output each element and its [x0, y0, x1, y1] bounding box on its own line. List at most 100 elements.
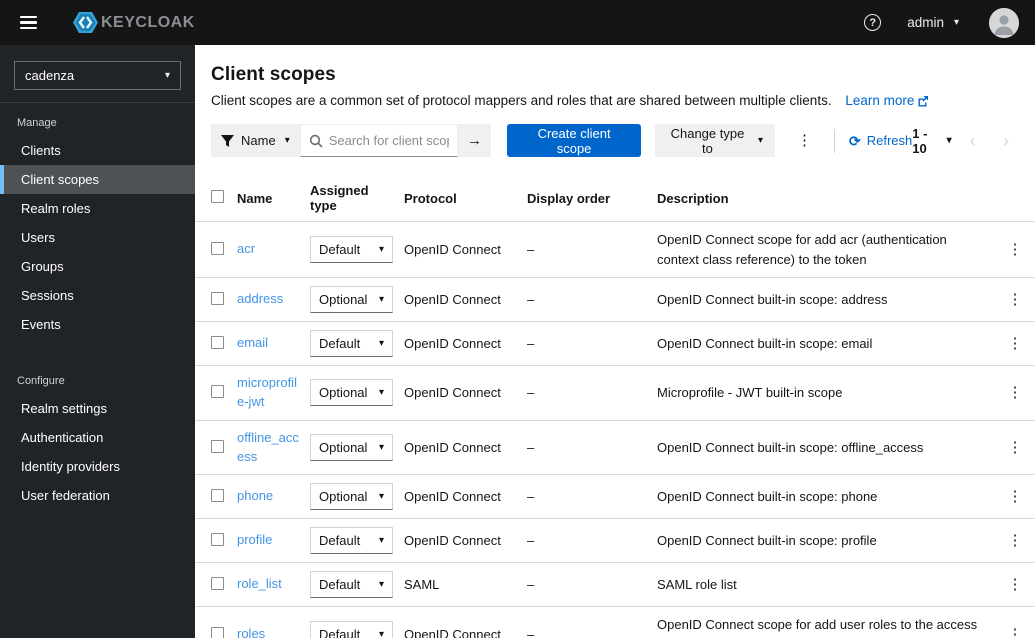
assigned-type-value: Optional	[319, 489, 368, 505]
row-kebab-menu[interactable]: ⋮	[1000, 288, 1031, 311]
protocol-cell: OpenID Connect	[404, 489, 501, 505]
sidebar-item-users[interactable]: Users	[0, 223, 195, 252]
help-icon[interactable]: ?	[864, 14, 882, 31]
realm-selector[interactable]: cadenza ▾	[14, 61, 181, 90]
scope-name-link[interactable]: email	[237, 335, 268, 350]
scope-name-link[interactable]: acr	[237, 241, 255, 256]
table-row: email Default ▾ OpenID Connect – OpenID …	[195, 322, 1035, 366]
assigned-type-select[interactable]: Default ▾	[310, 571, 393, 599]
avatar[interactable]	[989, 7, 1019, 38]
row-kebab-menu[interactable]: ⋮	[1000, 436, 1031, 459]
sidebar-item-identity-providers[interactable]: Identity providers	[0, 452, 195, 481]
row-kebab-menu[interactable]: ⋮	[1000, 238, 1031, 261]
refresh-button[interactable]: ⟳ Refresh	[849, 133, 912, 148]
row-kebab-menu[interactable]: ⋮	[1000, 332, 1031, 355]
chevron-down-icon: ▾	[758, 134, 764, 146]
assigned-type-select[interactable]: Default ▾	[310, 236, 393, 263]
next-page-button[interactable]: ›	[993, 130, 1019, 151]
assigned-type-select[interactable]: Default ▾	[310, 621, 393, 638]
change-type-dropdown[interactable]: Change type to ▾	[654, 124, 776, 157]
refresh-icon: ⟳	[848, 132, 861, 149]
filter-type-dropdown[interactable]: Name ▾	[211, 124, 300, 157]
chevron-down-icon: ▾	[378, 293, 384, 305]
select-all-checkbox[interactable]	[211, 190, 224, 203]
page-title: Client scopes	[211, 64, 336, 85]
description-cell: OpenID Connect built-in scope: profile	[657, 533, 877, 549]
row-checkbox[interactable]	[211, 626, 224, 638]
chevron-down-icon: ▾	[164, 69, 170, 81]
search-submit-button[interactable]: →	[457, 124, 492, 157]
learn-more-link[interactable]: Learn more	[845, 93, 929, 108]
scope-name-link[interactable]: microprofile-jwt	[237, 375, 297, 409]
scope-name-link[interactable]: offline_access	[237, 430, 299, 464]
sidebar-item-realm-roles[interactable]: Realm roles	[0, 194, 195, 223]
assigned-type-select[interactable]: Optional ▾	[310, 483, 393, 511]
scope-name-link[interactable]: profile	[237, 532, 272, 547]
assigned-type-select[interactable]: Default ▾	[310, 330, 393, 357]
column-header-protocol: Protocol	[404, 190, 457, 206]
scope-name-link[interactable]: address	[237, 291, 283, 306]
toolbar-kebab-menu[interactable]: ⋮	[789, 129, 820, 152]
row-checkbox[interactable]	[211, 384, 224, 398]
row-kebab-menu[interactable]: ⋮	[1000, 573, 1031, 596]
sidebar-item-client-scopes[interactable]: Client scopes	[0, 165, 195, 194]
sidebar-item-realm-settings[interactable]: Realm settings	[0, 394, 195, 423]
sidebar-item-authentication[interactable]: Authentication	[0, 423, 195, 452]
scope-name-link[interactable]: role_list	[237, 576, 282, 591]
description-cell: SAML role list	[657, 577, 737, 593]
assigned-type-select[interactable]: Optional ▾	[310, 434, 393, 462]
description-cell: Microprofile - JWT built-in scope	[657, 385, 843, 401]
sidebar-item-events[interactable]: Events	[0, 310, 195, 339]
change-type-label: Change type to	[670, 125, 745, 156]
table-row: roles Default ▾ OpenID Connect – OpenID …	[195, 607, 1035, 638]
user-dropdown[interactable]: admin ▾	[907, 15, 959, 30]
sidebar-nav: Manage Clients Client scopes Realm roles Use…	[0, 103, 195, 510]
row-checkbox[interactable]	[211, 439, 224, 453]
display-order-cell: –	[527, 533, 535, 549]
main-content: Client scopes Client scopes are a common…	[195, 45, 1035, 638]
row-checkbox[interactable]	[211, 291, 224, 305]
assigned-type-value: Default	[319, 577, 361, 593]
row-checkbox[interactable]	[211, 488, 224, 502]
sidebar-item-user-federation[interactable]: User federation	[0, 481, 195, 510]
row-checkbox[interactable]	[211, 576, 224, 590]
display-order-cell: –	[527, 577, 535, 593]
username: admin	[907, 15, 944, 30]
assigned-type-value: Default	[319, 533, 361, 549]
protocol-cell: OpenID Connect	[404, 292, 501, 307]
previous-page-button[interactable]: ‹	[960, 130, 986, 151]
row-kebab-menu[interactable]: ⋮	[1000, 529, 1031, 552]
description-cell: OpenID Connect built-in scope: address	[657, 291, 888, 307]
description-cell: OpenID Connect built-in scope: offline_a…	[657, 439, 924, 455]
top-pagination: 1 - 10 ▾ ‹ ›	[912, 126, 1019, 156]
row-kebab-menu[interactable]: ⋮	[1000, 485, 1031, 508]
sidebar-item-clients[interactable]: Clients	[0, 136, 195, 165]
protocol-cell: SAML	[404, 577, 440, 593]
search-input[interactable]	[328, 133, 449, 148]
chevron-down-icon: ▾	[378, 386, 384, 398]
chevron-down-icon: ▾	[378, 578, 384, 590]
assigned-type-select[interactable]: Default ▾	[310, 527, 393, 555]
realm-selector-wrap: cadenza ▾	[0, 45, 195, 103]
page-description: Client scopes are a common set of protoc…	[211, 93, 1011, 108]
row-checkbox[interactable]	[211, 532, 224, 546]
row-checkbox[interactable]	[211, 241, 224, 255]
column-header-display-order: Display order	[527, 190, 611, 206]
scope-name-link[interactable]: roles	[237, 626, 265, 638]
sidebar-item-groups[interactable]: Groups	[0, 252, 195, 281]
assigned-type-select[interactable]: Optional ▾	[310, 379, 393, 407]
external-link-icon	[917, 95, 929, 107]
assigned-type-select[interactable]: Optional ▾	[310, 286, 393, 313]
protocol-cell: OpenID Connect	[404, 336, 501, 351]
row-kebab-menu[interactable]: ⋮	[1000, 381, 1031, 404]
nav-toggle-icon[interactable]	[20, 6, 54, 40]
row-kebab-menu[interactable]: ⋮	[1000, 623, 1031, 638]
row-checkbox[interactable]	[211, 335, 224, 349]
scope-name-link[interactable]: phone	[237, 488, 273, 503]
chevron-down-icon: ▾	[378, 337, 384, 349]
sidebar-item-sessions[interactable]: Sessions	[0, 281, 195, 310]
create-client-scope-button[interactable]: Create client scope	[507, 124, 641, 157]
pagination-range-dropdown[interactable]: 1 - 10 ▾	[912, 126, 951, 156]
description-cell: OpenID Connect scope for add acr (authen…	[657, 232, 947, 267]
protocol-cell: OpenID Connect	[404, 440, 501, 456]
